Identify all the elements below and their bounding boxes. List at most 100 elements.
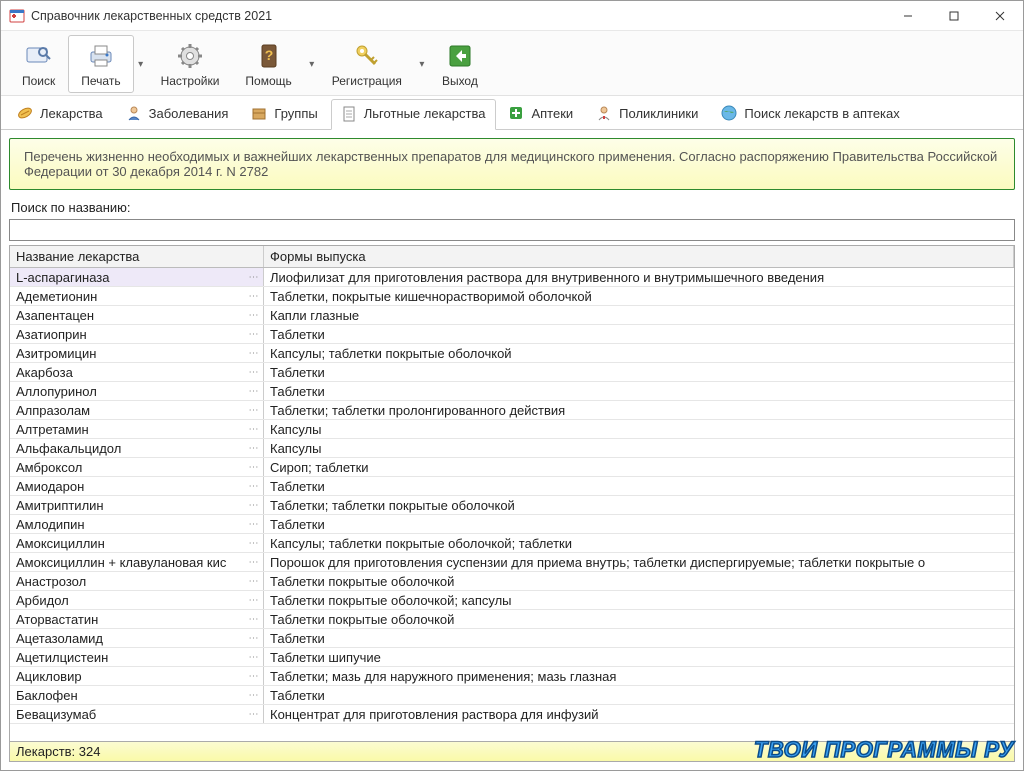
row-ellipsis-icon[interactable]: ⋯ <box>247 401 261 419</box>
toolbar-print-button[interactable]: Печать <box>68 35 133 93</box>
search-input[interactable] <box>9 219 1015 241</box>
row-ellipsis-icon[interactable]: ⋯ <box>247 306 261 324</box>
table-row[interactable]: Ацикловир⋯Таблетки; мазь для наружного п… <box>10 667 1014 686</box>
table-row[interactable]: Акарбоза⋯Таблетки <box>10 363 1014 382</box>
minimize-button[interactable] <box>885 1 931 30</box>
row-ellipsis-icon[interactable]: ⋯ <box>247 439 261 457</box>
cell-drug-form: Концентрат для приготовления раствора дл… <box>264 705 1014 723</box>
app-icon <box>9 8 25 24</box>
row-ellipsis-icon[interactable]: ⋯ <box>247 572 261 590</box>
tab-find-in-pharm[interactable]: Поиск лекарств в аптеках <box>711 98 910 129</box>
toolbar-register-button[interactable]: Регистрация <box>319 35 415 93</box>
cell-drug-name: Аллопуринол⋯ <box>10 382 264 400</box>
row-ellipsis-icon[interactable]: ⋯ <box>247 648 261 666</box>
row-ellipsis-icon[interactable]: ⋯ <box>247 268 261 286</box>
cell-drug-form: Таблетки <box>264 382 1014 400</box>
toolbar-register-dropdown[interactable]: ▾ <box>415 35 429 93</box>
table-row[interactable]: Бевацизумаб⋯Концентрат для приготовления… <box>10 705 1014 724</box>
table-row[interactable]: Альфакальцидол⋯Капсулы <box>10 439 1014 458</box>
info-banner: Перечень жизненно необходимых и важнейши… <box>9 138 1015 190</box>
table-row[interactable]: Амоксициллин⋯Капсулы; таблетки покрытые … <box>10 534 1014 553</box>
pill-icon <box>16 104 34 122</box>
tab-drugs[interactable]: Лекарства <box>7 98 114 129</box>
toolbar-settings-button[interactable]: Настройки <box>148 35 233 93</box>
tab-preferential[interactable]: Льготные лекарства <box>331 99 497 130</box>
cell-drug-form: Таблетки <box>264 515 1014 533</box>
tab-groups[interactable]: Группы <box>241 98 328 129</box>
toolbar-help-label: Помощь <box>245 74 291 88</box>
row-ellipsis-icon[interactable]: ⋯ <box>247 629 261 647</box>
app-window: Справочник лекарственных средств 2021 По… <box>0 0 1024 771</box>
tab-clinics[interactable]: Поликлиники <box>586 98 709 129</box>
table-row[interactable]: Амоксициллин + клавулановая кис⋯Порошок … <box>10 553 1014 572</box>
table-row[interactable]: Алпразолам⋯Таблетки; таблетки пролонгиро… <box>10 401 1014 420</box>
table-row[interactable]: Аторвастатин⋯Таблетки покрытые оболочкой <box>10 610 1014 629</box>
row-ellipsis-icon[interactable]: ⋯ <box>247 686 261 704</box>
table-row[interactable]: Ацетилцистеин⋯Таблетки шипучие <box>10 648 1014 667</box>
row-ellipsis-icon[interactable]: ⋯ <box>247 591 261 609</box>
tab-clinics-label: Поликлиники <box>619 106 698 121</box>
cell-drug-name: Арбидол⋯ <box>10 591 264 609</box>
exit-icon <box>444 40 476 72</box>
table-row[interactable]: Азатиоприн⋯Таблетки <box>10 325 1014 344</box>
tab-pharmacies[interactable]: Аптеки <box>498 98 584 129</box>
table-row[interactable]: Амитриптилин⋯Таблетки; таблетки покрытые… <box>10 496 1014 515</box>
table-row[interactable]: Алтретамин⋯Капсулы <box>10 420 1014 439</box>
row-ellipsis-icon[interactable]: ⋯ <box>247 553 261 571</box>
toolbar-settings-label: Настройки <box>161 74 220 88</box>
cell-drug-name: Альфакальцидол⋯ <box>10 439 264 457</box>
row-ellipsis-icon[interactable]: ⋯ <box>247 515 261 533</box>
tab-diseases[interactable]: Заболевания <box>116 98 240 129</box>
table-row[interactable]: Арбидол⋯Таблетки покрытые оболочкой; кап… <box>10 591 1014 610</box>
toolbar-help-dropdown[interactable]: ▾ <box>305 35 319 93</box>
svg-text:?: ? <box>264 47 273 63</box>
tab-preferential-label: Льготные лекарства <box>364 106 486 121</box>
table-row[interactable]: Амброксол⋯Сироп; таблетки <box>10 458 1014 477</box>
table-row[interactable]: Аллопуринол⋯Таблетки <box>10 382 1014 401</box>
toolbar-exit-button[interactable]: Выход <box>429 35 491 93</box>
row-ellipsis-icon[interactable]: ⋯ <box>247 534 261 552</box>
row-ellipsis-icon[interactable]: ⋯ <box>247 420 261 438</box>
close-button[interactable] <box>977 1 1023 30</box>
column-header-name[interactable]: Название лекарства <box>10 246 264 267</box>
row-ellipsis-icon[interactable]: ⋯ <box>247 458 261 476</box>
table-row[interactable]: Ацетазоламид⋯Таблетки <box>10 629 1014 648</box>
table-row[interactable]: Баклофен⋯Таблетки <box>10 686 1014 705</box>
cell-drug-form: Таблетки <box>264 325 1014 343</box>
toolbar-help-button[interactable]: ? Помощь <box>232 35 304 93</box>
tab-find-label: Поиск лекарств в аптеках <box>744 106 899 121</box>
row-ellipsis-icon[interactable]: ⋯ <box>247 477 261 495</box>
cell-drug-form: Капсулы; таблетки покрытые оболочкой; та… <box>264 534 1014 552</box>
maximize-button[interactable] <box>931 1 977 30</box>
toolbar-exit-label: Выход <box>442 74 478 88</box>
grid-body[interactable]: L-аспарагиназа⋯Лиофилизат для приготовле… <box>10 268 1014 741</box>
cell-drug-form: Капсулы <box>264 439 1014 457</box>
table-row[interactable]: Амлодипин⋯Таблетки <box>10 515 1014 534</box>
row-ellipsis-icon[interactable]: ⋯ <box>247 667 261 685</box>
cell-drug-form: Таблетки; таблетки пролонгированного дей… <box>264 401 1014 419</box>
row-ellipsis-icon[interactable]: ⋯ <box>247 705 261 723</box>
cell-drug-name: Бевацизумаб⋯ <box>10 705 264 723</box>
cell-drug-form: Таблетки, покрытые кишечнорастворимой об… <box>264 287 1014 305</box>
table-row[interactable]: Анастрозол⋯Таблетки покрытые оболочкой <box>10 572 1014 591</box>
row-ellipsis-icon[interactable]: ⋯ <box>247 344 261 362</box>
cell-drug-name: Амитриптилин⋯ <box>10 496 264 514</box>
table-row[interactable]: Адеметионин⋯Таблетки, покрытые кишечнора… <box>10 287 1014 306</box>
toolbar-print-dropdown[interactable]: ▾ <box>134 35 148 93</box>
toolbar-search-button[interactable]: Поиск <box>9 35 68 93</box>
row-ellipsis-icon[interactable]: ⋯ <box>247 496 261 514</box>
table-row[interactable]: Азитромицин⋯Капсулы; таблетки покрытые о… <box>10 344 1014 363</box>
row-ellipsis-icon[interactable]: ⋯ <box>247 287 261 305</box>
cell-drug-name: L-аспарагиназа⋯ <box>10 268 264 286</box>
row-ellipsis-icon[interactable]: ⋯ <box>247 363 261 381</box>
table-row[interactable]: L-аспарагиназа⋯Лиофилизат для приготовле… <box>10 268 1014 287</box>
row-ellipsis-icon[interactable]: ⋯ <box>247 325 261 343</box>
cell-drug-name: Амлодипин⋯ <box>10 515 264 533</box>
table-row[interactable]: Азапентацен⋯Капли глазные <box>10 306 1014 325</box>
column-header-form[interactable]: Формы выпуска <box>264 246 1014 267</box>
box-icon <box>250 104 268 122</box>
cell-drug-form: Порошок для приготовления суспензии для … <box>264 553 1014 571</box>
table-row[interactable]: Амиодарон⋯Таблетки <box>10 477 1014 496</box>
row-ellipsis-icon[interactable]: ⋯ <box>247 382 261 400</box>
row-ellipsis-icon[interactable]: ⋯ <box>247 610 261 628</box>
